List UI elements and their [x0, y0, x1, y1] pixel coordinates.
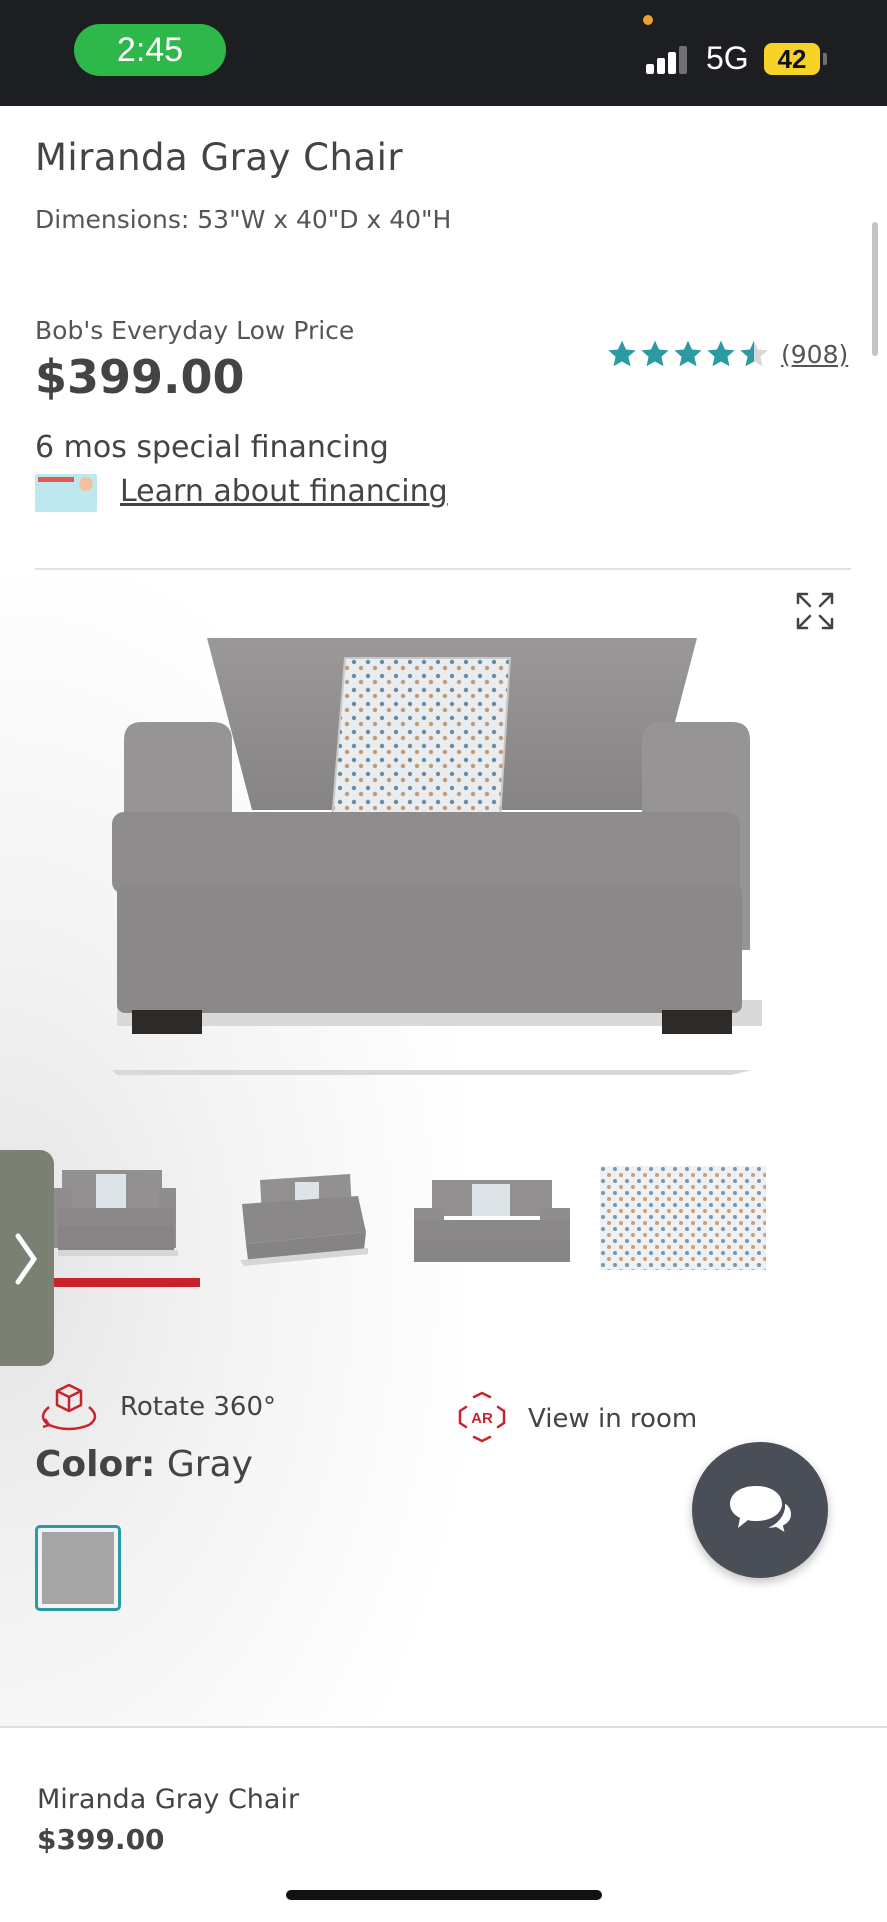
chat-bubbles-icon: [730, 1486, 794, 1537]
status-time[interactable]: 2:45: [74, 24, 226, 76]
thumbnail-fabric[interactable]: [600, 1166, 766, 1270]
product-main-image[interactable]: [112, 630, 762, 1080]
ar-icon[interactable]: AR: [456, 1391, 508, 1443]
star-icon: [641, 340, 669, 367]
status-bar: 2:45 5G 42: [0, 0, 887, 106]
rotate-360-icon[interactable]: [35, 1381, 103, 1433]
network-type: 5G: [706, 40, 749, 76]
thumbnail-angle[interactable]: [240, 1160, 370, 1278]
swatch-fill: [42, 1532, 114, 1604]
star-icon: [707, 340, 735, 367]
ar-icon-text: AR: [471, 1410, 493, 1427]
home-indicator[interactable]: [286, 1890, 602, 1900]
thumbnail-front[interactable]: [54, 1160, 180, 1278]
price-label: Bob's Everyday Low Price: [35, 316, 355, 345]
review-count-link[interactable]: (908): [781, 340, 848, 369]
rating[interactable]: (908): [606, 338, 848, 370]
credit-card-icon: [35, 474, 97, 512]
star-icon: [674, 340, 702, 367]
star-half-icon: [740, 340, 768, 367]
color-line: Color: Gray: [35, 1444, 253, 1485]
rotate-360-label[interactable]: Rotate 360°: [120, 1392, 276, 1422]
privacy-indicator-dot: [643, 15, 653, 25]
product-dimensions: Dimensions: 53"W x 40"D x 40"H: [35, 205, 452, 234]
thumbnail-side[interactable]: [412, 1160, 572, 1278]
chat-button[interactable]: [692, 1442, 828, 1578]
rating-stars: [606, 338, 771, 370]
color-value: Gray: [166, 1444, 253, 1485]
thumbnail-selected-indicator: [54, 1278, 200, 1287]
divider: [35, 568, 851, 570]
product-title: Miranda Gray Chair: [35, 136, 404, 179]
battery-tip: [823, 53, 827, 65]
color-swatch-gray[interactable]: [35, 1525, 121, 1611]
financing-title: 6 mos special financing: [35, 430, 389, 465]
cellular-signal-icon: [646, 44, 694, 74]
chevron-right-icon: [15, 1233, 38, 1285]
bottom-product-price: $399.00: [37, 1823, 165, 1856]
side-drawer-tab[interactable]: [0, 1150, 54, 1366]
color-label: Color:: [35, 1444, 156, 1485]
learn-financing-link[interactable]: Learn about financing: [120, 474, 448, 509]
scroll-indicator[interactable]: [872, 222, 878, 356]
product-price: $399.00: [35, 350, 245, 404]
bottom-product-name: Miranda Gray Chair: [37, 1784, 300, 1815]
view-in-room-label[interactable]: View in room: [528, 1404, 697, 1434]
star-icon: [608, 340, 636, 367]
expand-icon[interactable]: [794, 590, 836, 632]
battery-icon: 42: [764, 43, 820, 75]
